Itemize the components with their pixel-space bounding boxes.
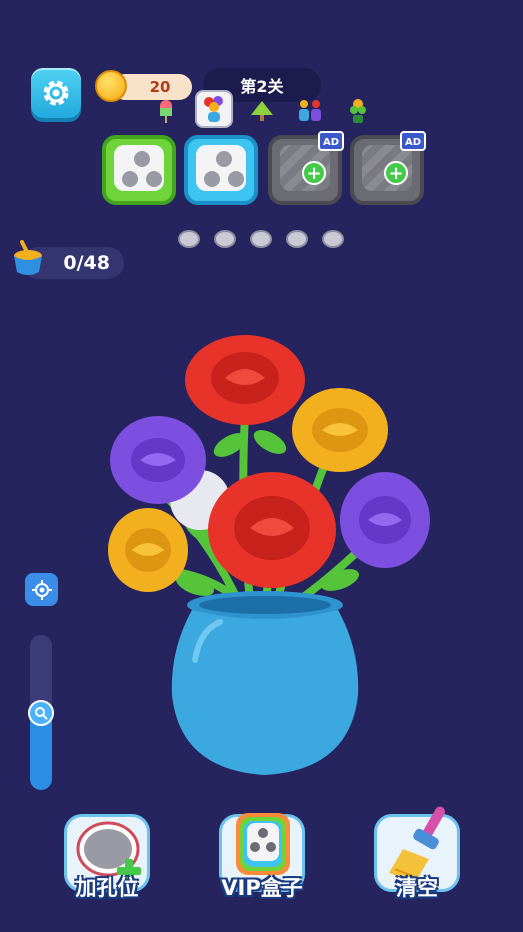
preview-tree-icon[interactable] xyxy=(246,95,278,127)
color-box-blue[interactable] xyxy=(184,135,258,205)
plus-icon: + xyxy=(384,161,408,185)
add-slot-label: 加孔位 xyxy=(75,876,139,900)
locked-box-ad[interactable]: + AD xyxy=(350,131,426,205)
box-hole xyxy=(134,151,150,167)
box-tray xyxy=(196,145,246,191)
vip-box-label: VIP盒子 xyxy=(221,876,303,900)
box-hole xyxy=(216,151,232,167)
plus-icon: + xyxy=(302,161,326,185)
progress-dot xyxy=(250,230,272,248)
color-box-green[interactable] xyxy=(102,135,176,205)
coin-value: 20 xyxy=(149,78,171,96)
progress-dot xyxy=(322,230,344,248)
preview-flower-vase-icon[interactable] xyxy=(195,90,233,128)
box-hole xyxy=(146,171,162,187)
box-hole xyxy=(228,171,244,187)
progress-dot xyxy=(214,230,236,248)
box-hole xyxy=(204,171,220,187)
paint-bucket-icon xyxy=(14,240,42,275)
flower-vase-artwork[interactable] xyxy=(100,330,440,785)
purple-rose-left xyxy=(110,416,206,504)
crosshair-icon xyxy=(31,579,52,600)
paint-counter-value: 0/48 xyxy=(63,252,110,274)
locked-box-ad[interactable]: + AD xyxy=(268,131,344,205)
ad-badge: AD xyxy=(400,131,426,151)
clear-button[interactable]: 清空 xyxy=(368,806,466,900)
progress-dot xyxy=(286,230,308,248)
locate-button[interactable] xyxy=(25,573,58,606)
coin-icon xyxy=(95,70,127,102)
red-rose-top xyxy=(185,335,305,425)
level-label: 第2关 xyxy=(240,77,284,96)
preview-popsicle-icon[interactable] xyxy=(150,95,182,127)
ad-badge: AD xyxy=(318,131,344,151)
locked-tray: + xyxy=(362,145,412,191)
zoom-slider-knob[interactable] xyxy=(28,700,54,726)
box-hole xyxy=(122,171,138,187)
magnifier-icon xyxy=(35,707,48,720)
preview-figures-icon[interactable] xyxy=(294,95,326,127)
vip-box-button[interactable]: VIP盒子 xyxy=(213,808,311,900)
yellow-rose-right xyxy=(292,388,388,472)
locked-tray: + xyxy=(280,145,330,191)
yellow-rose-left xyxy=(108,508,188,592)
purple-rose-right xyxy=(340,472,430,568)
box-tray xyxy=(114,145,164,191)
gear-icon xyxy=(43,80,69,106)
clear-label: 清空 xyxy=(396,876,438,900)
blue-vase xyxy=(171,591,359,775)
red-rose-center xyxy=(208,472,336,588)
preview-plant-icon[interactable] xyxy=(342,95,374,127)
settings-button[interactable] xyxy=(31,68,81,118)
add-slot-button[interactable]: 加孔位 xyxy=(58,808,156,900)
progress-dot xyxy=(178,230,200,248)
